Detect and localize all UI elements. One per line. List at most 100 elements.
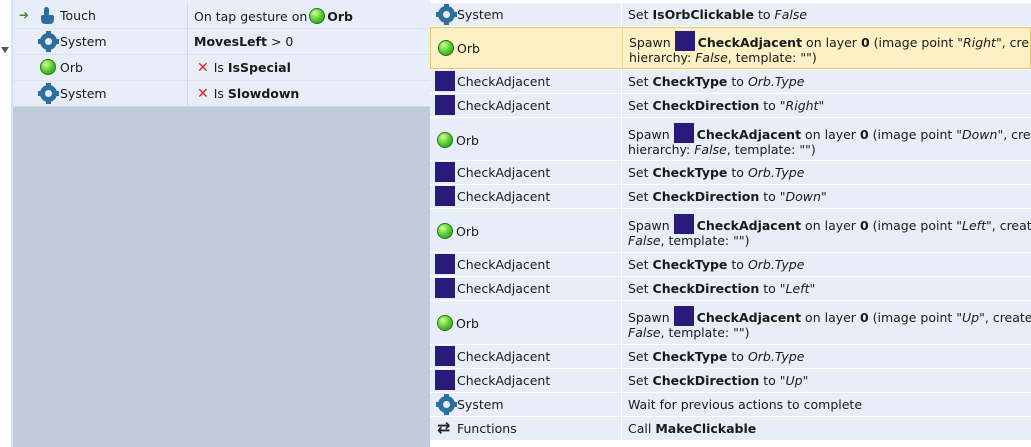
action-verb: Set [628,98,649,113]
create-label: , create [1001,35,1030,50]
actions-column: System Set IsOrbClickable to False Orb S… [430,0,1031,447]
action-object-cell: CheckAdjacent [430,185,622,208]
function-name: MakeClickable [655,421,757,436]
condition-text: On tap gesture on Orb [189,3,430,29]
action-object-name: CheckAdjacent [457,373,551,388]
layer-label: on layer [806,35,857,50]
action-row[interactable]: CheckAdjacent Set CheckType to Orb.Type [430,161,1031,185]
action-verb: Set [628,281,649,296]
condition-text: ✕ Is Slowdown [189,81,430,107]
action-row[interactable]: Orb Spawn CheckAdjacent on layer 0 (imag… [430,118,1031,161]
hierarchy-value: False [628,233,661,248]
action-row-selected[interactable]: Orb Spawn CheckAdjacent on layer 0 (imag… [430,27,1031,69]
hierarchy-value: False [628,325,661,340]
action-text: Spawn CheckAdjacent on layer 0 (image po… [628,118,1031,160]
create-label: , create hierarc [984,310,1031,325]
condition-variable: MovesLeft [194,34,267,49]
variable-name: CheckType [652,349,728,364]
condition-row[interactable]: System ✕ Is Slowdown [13,81,430,107]
condition-object-name: Touch [60,8,96,23]
image-point-value: "Right" [957,35,1002,50]
action-object-cell: Orb [430,209,622,252]
spawn-verb: Spawn [628,127,670,142]
action-text: Call MakeClickable [628,417,1031,440]
spawn-verb: Spawn [629,35,671,50]
variable-name: CheckDirection [652,98,760,113]
action-to: to [763,189,776,204]
condition-object-name: Orb [60,60,83,75]
condition-row[interactable]: ➜ Touch On tap gesture on Orb [13,3,430,29]
condition-row[interactable]: System MovesLeft > 0 [13,29,430,55]
condition-is-label: Is [213,86,224,101]
layer-label: on layer [805,310,856,325]
sprite-square-icon [674,31,695,51]
condition-object-cell: System [13,29,188,55]
action-row[interactable]: System Wait for previous actions to comp… [430,393,1031,417]
action-row[interactable]: Orb Spawn CheckAdjacent on layer 0 (imag… [430,209,1031,253]
action-text: Set IsOrbClickable to False [628,3,1031,26]
action-row[interactable]: Orb Spawn CheckAdjacent on layer 0 (imag… [430,301,1031,345]
condition-object-cell: System [13,81,188,107]
variable-name: CheckType [652,74,728,89]
image-point-value: "Up" [956,310,985,325]
action-verb: Set [628,189,649,204]
orb-icon [437,315,453,331]
variable-name: CheckType [652,165,728,180]
action-value: "Up" [779,373,809,388]
action-row[interactable]: CheckAdjacent Set CheckDirection to "Lef… [430,277,1031,301]
action-row[interactable]: CheckAdjacent Set CheckDirection to "Up" [430,369,1031,393]
action-row[interactable]: CheckAdjacent Set CheckType to Orb.Type [430,253,1031,277]
invert-cross-icon: ✕ [197,60,209,76]
hierarchy-label: hierarchy: [629,50,692,65]
action-verb: Set [628,349,649,364]
action-text: Set CheckType to Orb.Type [628,345,1031,368]
image-point-label: (image point [872,127,953,142]
image-point-value: "Down" [956,127,1004,142]
action-object-cell: System [430,3,622,26]
action-verb: Set [628,74,649,89]
condition-object-cell: ➜ Touch [13,3,188,29]
condition-object-name: System [60,34,107,49]
action-text: Set CheckDirection to "Left" [628,277,1031,300]
action-row[interactable]: System Set IsOrbClickable to False [430,3,1031,27]
sprite-square-icon [435,71,455,91]
action-row[interactable]: CheckAdjacent Set CheckType to Orb.Type [430,345,1031,369]
action-object-cell: Orb [431,28,623,68]
action-value: "Left" [779,281,816,296]
action-text: Set CheckType to Orb.Type [628,253,1031,276]
action-object-name: Functions [457,421,517,436]
orb-icon [437,132,453,148]
sprite-square-icon [673,214,694,234]
action-row[interactable]: CheckAdjacent Set CheckType to Orb.Type [430,70,1031,94]
hierarchy-value: False [695,50,728,65]
action-row[interactable]: CheckAdjacent Set CheckDirection to "Dow… [430,185,1031,209]
action-value: Orb.Type [747,74,805,89]
action-object-name: CheckAdjacent [457,281,551,296]
action-text: Spawn CheckAdjacent on layer 0 (image po… [628,301,1031,344]
orb-icon [309,8,326,24]
action-text: Set CheckDirection to "Right" [628,94,1031,117]
orb-icon [40,59,56,75]
create-label: , create hierar [991,218,1031,233]
sprite-square-icon [435,346,455,366]
action-value: Orb.Type [747,165,805,180]
event-gutter[interactable] [0,0,11,447]
condition-row[interactable]: Orb ✕ Is IsSpecial [13,55,430,81]
trigger-arrow-icon: ➜ [19,8,30,22]
sprite-square-icon [435,162,455,182]
action-row[interactable]: ⇄ Functions Call MakeClickable [430,417,1031,441]
action-object-name: Orb [456,133,479,148]
variable-name: CheckDirection [652,373,760,388]
action-row[interactable]: CheckAdjacent Set CheckDirection to "Rig… [430,94,1031,118]
invert-cross-icon: ✕ [197,86,209,102]
event-conditions[interactable]: ➜ Touch On tap gesture on Orb System Move… [13,0,430,107]
action-to: to [763,373,776,388]
sprite-square-icon [673,306,694,326]
action-verb: Call [628,421,652,436]
gear-icon [38,31,59,52]
orb-icon [438,40,454,56]
action-object-cell: Orb [430,301,622,344]
collapse-arrow-icon[interactable] [1,47,9,53]
variable-name: CheckDirection [652,281,760,296]
spawn-verb: Spawn [628,310,670,325]
